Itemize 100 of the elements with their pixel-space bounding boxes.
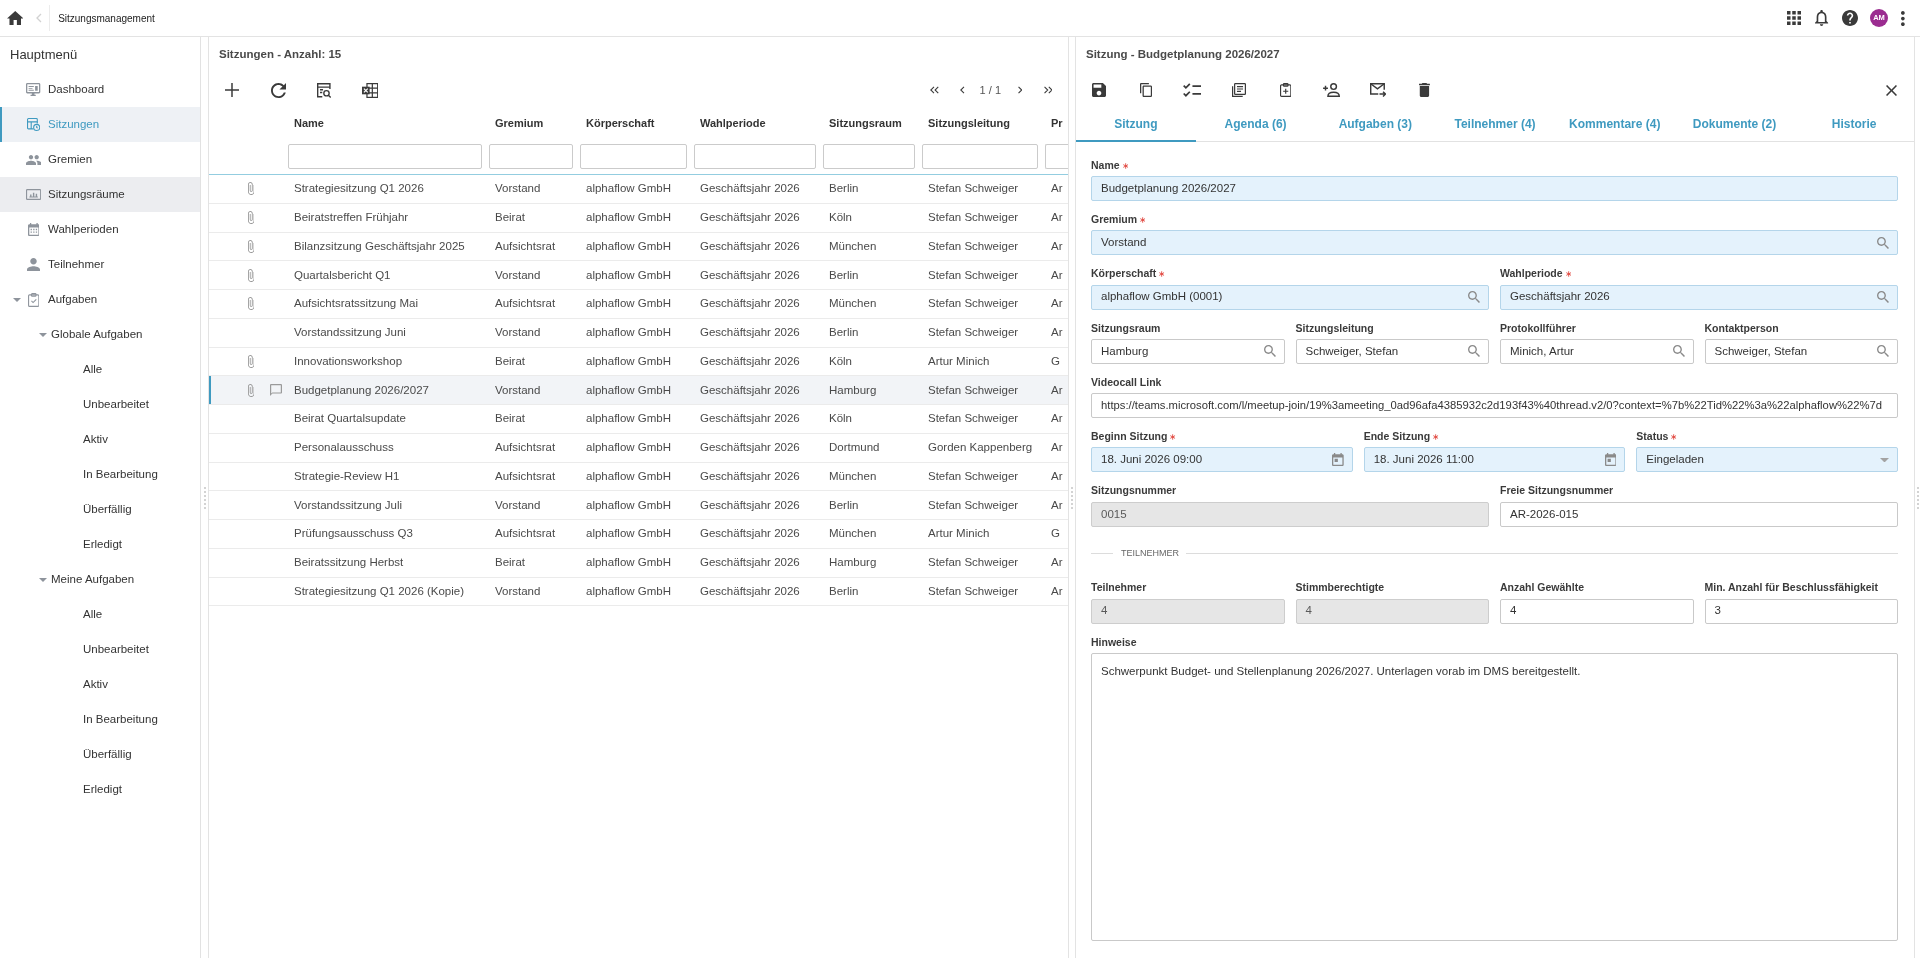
dropdown[interactable]: Eingeladen: [1636, 447, 1898, 473]
bell-icon[interactable]: [1815, 10, 1829, 26]
refresh-icon[interactable]: [270, 82, 286, 98]
copy-icon[interactable]: [1139, 83, 1152, 97]
input-field[interactable]: Budgetplanung 2026/2027: [1091, 176, 1898, 201]
close-icon[interactable]: [1885, 84, 1897, 96]
sidebar-item[interactable]: Unbearbeitet: [0, 387, 200, 422]
sidebar-item[interactable]: Aufgaben: [0, 282, 200, 317]
table-row[interactable]: Bilanzsitzung Geschäftsjahr 2025 Aufsichtsrat alphaflow GmbH Geschäftsjahr 2026 München Stefan Schweiger Ar: [209, 232, 1068, 262]
sidebar-item[interactable]: In Bearbeitung: [0, 457, 200, 492]
vertical-dots-icon[interactable]: [1901, 10, 1905, 26]
caret-icon[interactable]: [39, 577, 47, 582]
table-row[interactable]: Strategie-Review H1 Aufsichtsrat alphaflow GmbH Geschäftsjahr 2026 München Stefan Schweiger Ar: [209, 462, 1068, 492]
plus-icon[interactable]: [225, 83, 239, 97]
input-field[interactable]: AR-2026-015: [1500, 501, 1898, 527]
double-chevron-right-icon[interactable]: [1043, 86, 1053, 94]
paperclip-icon[interactable]: [247, 182, 254, 196]
calendar-icon[interactable]: [1331, 453, 1344, 467]
sidebar-item[interactable]: Unbearbeitet: [0, 632, 200, 667]
text-area[interactable]: Schwerpunkt Budget- und Stellenplanung 2026/2027. Unterlagen vorab im DMS bereitgestellt.: [1091, 652, 1898, 941]
calendar-icon[interactable]: [1604, 453, 1617, 467]
column-header[interactable]: Körperschaft: [580, 114, 694, 132]
lookup-field[interactable]: Schweiger, Stefan: [1704, 338, 1898, 364]
splitter-handle-icon[interactable]: [1071, 486, 1073, 509]
sidebar-item[interactable]: Aktiv: [0, 667, 200, 702]
double-chevron-left-icon[interactable]: [930, 86, 939, 94]
sidebar-item[interactable]: Dashboard: [0, 72, 200, 107]
paperclip-icon[interactable]: [247, 211, 254, 225]
sidebar-item[interactable]: Alle: [0, 597, 200, 632]
table-row[interactable]: Beiratstreffen Frühjahr Beirat alphaflow GmbH Geschäftsjahr 2026 Köln Stefan Schweiger Ar: [209, 203, 1068, 233]
column-header[interactable]: Gremium: [489, 114, 580, 132]
column-header[interactable]: Name: [288, 114, 489, 132]
envelope-arrow-icon[interactable]: [1370, 83, 1387, 97]
table-row[interactable]: Aufsichtsratssitzung Mai Aufsichtsrat alphaflow GmbH Geschäftsjahr 2026 München Stefan Schweiger Ar: [209, 290, 1068, 319]
table-row[interactable]: Personalausschuss Aufsichtsrat alphaflow GmbH Geschäftsjahr 2026 Dortmund Gorden Kappenberg Ar: [209, 433, 1068, 463]
filter-field[interactable]: [1045, 144, 1068, 169]
lookup-field[interactable]: Hamburg: [1091, 338, 1285, 364]
search-icon[interactable]: [1672, 345, 1685, 358]
date-field[interactable]: 18. Juni 2026 11:00: [1363, 447, 1626, 473]
chevron-right-icon[interactable]: [1017, 86, 1023, 94]
paperclip-icon[interactable]: [247, 268, 254, 282]
sidebar-item[interactable]: Wahlperioden: [0, 212, 200, 247]
sidebar-item[interactable]: Überfällig: [0, 737, 200, 772]
sidebar-item[interactable]: Aktiv: [0, 422, 200, 457]
filter-field[interactable]: [580, 144, 687, 169]
trash-icon[interactable]: [1419, 83, 1431, 97]
search-icon[interactable]: [1468, 345, 1480, 358]
table-row[interactable]: Prüfungsausschuss Q3 Aufsichtsrat alphaflow GmbH Geschäftsjahr 2026 München Artur Minich G: [209, 520, 1068, 549]
sidebar-item[interactable]: Sitzungsräume: [0, 177, 200, 212]
paperclip-icon[interactable]: [247, 239, 254, 253]
caret-icon[interactable]: [39, 332, 47, 337]
table-row[interactable]: Beiratssitzung Herbst Beirat alphaflow GmbH Geschäftsjahr 2026 Hamburg Stefan Schweiger Ar: [209, 548, 1068, 578]
sidebar-item[interactable]: In Bearbeitung: [0, 702, 200, 737]
sidebar-item[interactable]: Überfällig: [0, 492, 200, 527]
table-row[interactable]: Vorstandssitzung Juni Vorstand alphaflow GmbH Geschäftsjahr 2026 Berlin Stefan Schweiger Ar: [209, 318, 1068, 348]
search-icon[interactable]: [1468, 291, 1480, 304]
checklist-icon[interactable]: [1183, 83, 1202, 97]
search-icon[interactable]: [1263, 345, 1276, 358]
help-icon[interactable]: [1842, 10, 1858, 26]
search-icon[interactable]: [1877, 236, 1889, 249]
table-row[interactable]: Strategiesitzung Q1 2026 Vorstand alphaflow GmbH Geschäftsjahr 2026 Berlin Stefan Schweiger Ar: [209, 175, 1068, 204]
column-header[interactable]: Pr: [1045, 114, 1068, 132]
caret-icon[interactable]: [1880, 457, 1889, 463]
splitter-handle-icon[interactable]: [203, 486, 206, 509]
sidebar-item[interactable]: Alle: [0, 352, 200, 387]
input-field[interactable]: 4: [1500, 598, 1694, 624]
sidebar-item[interactable]: Erledigt: [0, 772, 200, 807]
table-row[interactable]: Beirat Quartalsupdate Beirat alphaflow GmbH Geschäftsjahr 2026 Köln Stefan Schweiger Ar: [209, 405, 1068, 434]
date-field[interactable]: 18. Juni 2026 09:00: [1091, 447, 1353, 473]
sidebar-item[interactable]: Meine Aufgaben: [0, 562, 200, 597]
filter-field[interactable]: [823, 144, 915, 169]
input-field[interactable]: 3: [1704, 598, 1898, 624]
filter-field[interactable]: [288, 144, 482, 169]
lookup-field[interactable]: Vorstand: [1091, 230, 1898, 256]
table-row[interactable]: Quartalsbericht Q1 Vorstand alphaflow GmbH Geschäftsjahr 2026 Berlin Stefan Schweiger Ar: [209, 261, 1068, 290]
apps-grid-icon[interactable]: [1787, 11, 1801, 25]
table-row[interactable]: Vorstandssitzung Juli Vorstand alphaflow GmbH Geschäftsjahr 2026 Berlin Stefan Schweiger Ar: [209, 491, 1068, 520]
column-header[interactable]: Sitzungsraum: [823, 114, 922, 132]
person-plus-icon[interactable]: [1323, 83, 1341, 97]
home-icon[interactable]: [7, 11, 24, 25]
column-header[interactable]: Wahlperiode: [694, 114, 823, 132]
spreadsheet-icon[interactable]: [361, 82, 379, 98]
document-search-icon[interactable]: [316, 82, 332, 98]
filter-field[interactable]: [922, 144, 1038, 169]
document-list-icon[interactable]: [1231, 83, 1246, 97]
input-field[interactable]: https://teams.microsoft.com/l/meetup-join/19%3ameeting_0ad96afa4385932c2d193f43%40thread.v2/0?context=%7b%22Tid%22%3a%22alphaflow%22%7d: [1091, 393, 1898, 419]
lookup-field[interactable]: alphaflow GmbH (0001): [1091, 284, 1489, 310]
table-row[interactable]: Strategiesitzung Q1 2026 (Kopie) Vorstand alphaflow GmbH Geschäftsjahr 2026 Berlin Stefan Schweiger Ar: [209, 577, 1068, 607]
chevron-left-icon[interactable]: [960, 86, 965, 94]
filter-field[interactable]: [694, 144, 816, 169]
lookup-field[interactable]: Minich, Artur: [1500, 338, 1694, 364]
search-icon[interactable]: [1877, 291, 1889, 304]
clipboard-plus-icon[interactable]: [1279, 83, 1291, 97]
lookup-field[interactable]: Schweiger, Stefan: [1295, 338, 1489, 364]
caret-icon[interactable]: [12, 297, 21, 302]
lookup-field[interactable]: Geschäftsjahr 2026: [1500, 284, 1898, 310]
filter-field[interactable]: [489, 144, 573, 169]
sidebar-item[interactable]: Gremien: [0, 142, 200, 177]
search-icon[interactable]: [1877, 345, 1889, 358]
paperclip-icon[interactable]: [247, 383, 254, 397]
